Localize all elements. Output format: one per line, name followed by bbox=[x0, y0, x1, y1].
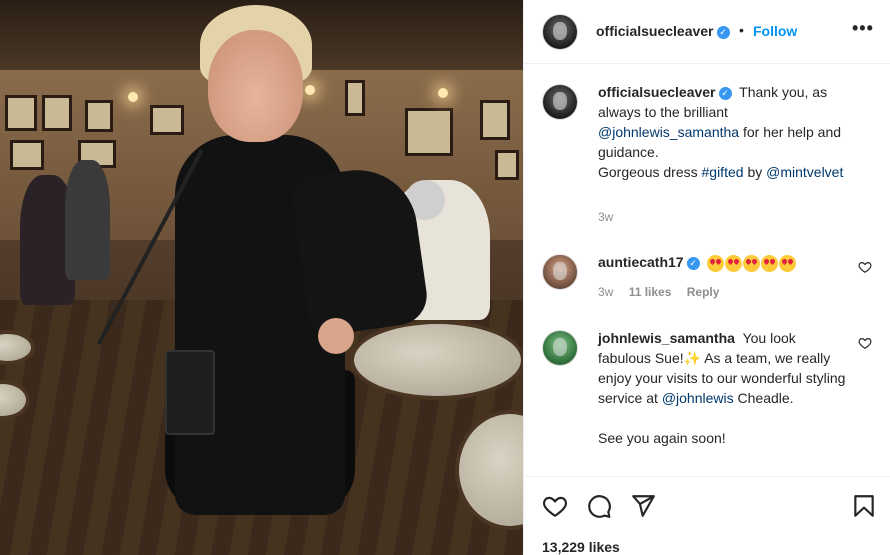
wall-frame bbox=[5, 95, 37, 131]
wall-frame bbox=[495, 150, 519, 180]
commenter-username-text[interactable]: auntiecath17 bbox=[598, 254, 684, 270]
bar-table bbox=[350, 320, 523, 400]
caption: officialsuecleaver ✓ Thank you, as always… bbox=[542, 82, 872, 232]
woman-hand bbox=[318, 318, 354, 354]
post-photo[interactable] bbox=[0, 0, 523, 555]
heart-icon[interactable] bbox=[542, 493, 568, 524]
comment-text: johnlewis_samantha You look fabulous Sue… bbox=[598, 328, 848, 448]
post-side-panel: officialsuecleaver ✓ • Follow ••• officia… bbox=[523, 0, 890, 555]
mention-link[interactable]: @mintvelvet bbox=[766, 164, 843, 180]
comments-list[interactable]: officialsuecleaver ✓ Thank you, as always… bbox=[524, 65, 890, 475]
heart-eyes-emoji bbox=[779, 254, 797, 272]
comment-text-4: See you again soon! bbox=[598, 430, 726, 446]
caption-text: officialsuecleaver ✓ Thank you, as always… bbox=[598, 82, 848, 182]
background-patron bbox=[65, 160, 110, 280]
comment-item: johnlewis_samantha You look fabulous Sue… bbox=[542, 328, 872, 475]
wall-frame bbox=[480, 100, 510, 140]
caption-text-4: by bbox=[747, 164, 763, 180]
mention-link[interactable]: @johnlewis_samantha bbox=[598, 124, 739, 140]
bookmark-icon[interactable] bbox=[851, 493, 877, 524]
caption-meta: 3w bbox=[598, 210, 625, 224]
wall-frame bbox=[10, 140, 44, 170]
commenter-username[interactable]: johnlewis_samantha bbox=[598, 330, 735, 346]
commenter-avatar[interactable] bbox=[542, 254, 578, 290]
comment-time[interactable]: 3w bbox=[598, 285, 613, 299]
comment-icon[interactable] bbox=[586, 493, 612, 524]
heart-eyes-emoji bbox=[707, 254, 725, 272]
author-username[interactable]: officialsuecleaver ✓ bbox=[596, 23, 730, 39]
verified-badge-icon: ✓ bbox=[716, 25, 730, 39]
wall-lamp bbox=[438, 88, 448, 98]
share-icon[interactable] bbox=[630, 493, 656, 524]
wall-frame bbox=[345, 80, 365, 116]
author-avatar[interactable] bbox=[542, 14, 578, 50]
heart-eyes-emoji bbox=[743, 254, 761, 272]
commenter-username[interactable]: auntiecath17 ✓ bbox=[598, 254, 700, 270]
woman-face bbox=[208, 30, 303, 142]
sparkle-emoji: ✨ bbox=[683, 350, 702, 366]
post-actions: 13,229 likes bbox=[524, 476, 890, 555]
caption-username-text[interactable]: officialsuecleaver bbox=[598, 84, 716, 100]
verified-badge-icon: ✓ bbox=[718, 86, 732, 100]
caption-time[interactable]: 3w bbox=[598, 210, 613, 224]
comment-like-heart-icon[interactable] bbox=[858, 260, 872, 277]
handbag bbox=[165, 350, 215, 435]
reply-button[interactable]: Reply bbox=[687, 285, 720, 299]
caption-avatar[interactable] bbox=[542, 84, 578, 120]
more-options-icon[interactable]: ••• bbox=[852, 18, 874, 39]
heart-eyes-emoji bbox=[761, 254, 779, 272]
comment-text-3: Cheadle. bbox=[737, 390, 794, 406]
heart-eyes-emoji bbox=[725, 254, 743, 272]
comment-like-heart-icon[interactable] bbox=[858, 336, 872, 353]
wall-lamp bbox=[128, 92, 138, 102]
commenter-avatar[interactable] bbox=[542, 330, 578, 366]
comment-likes[interactable]: 11 likes bbox=[629, 285, 672, 299]
comment-text: auntiecath17 ✓ bbox=[598, 252, 848, 272]
follow-button[interactable]: Follow bbox=[753, 23, 797, 39]
separator-dot: • bbox=[739, 22, 744, 38]
post-header: officialsuecleaver ✓ • Follow ••• bbox=[524, 0, 890, 64]
likes-count[interactable]: 13,229 likes bbox=[542, 539, 620, 555]
hashtag-link[interactable]: #gifted bbox=[702, 164, 744, 180]
caption-username[interactable]: officialsuecleaver ✓ bbox=[598, 84, 732, 100]
verified-badge-icon: ✓ bbox=[686, 256, 700, 270]
comment-item: auntiecath17 ✓ 3w 11 likes Reply bbox=[542, 252, 872, 302]
wall-frame bbox=[150, 105, 184, 135]
caption-text-3: Gorgeous dress bbox=[598, 164, 698, 180]
wall-frame bbox=[85, 100, 113, 132]
wall-lamp bbox=[305, 85, 315, 95]
comment-meta: 3w 11 likes Reply bbox=[598, 285, 731, 299]
author-username-text[interactable]: officialsuecleaver bbox=[596, 23, 714, 39]
wall-frame bbox=[42, 95, 72, 131]
mention-link[interactable]: @johnlewis bbox=[662, 390, 734, 406]
wall-frame bbox=[405, 108, 453, 156]
